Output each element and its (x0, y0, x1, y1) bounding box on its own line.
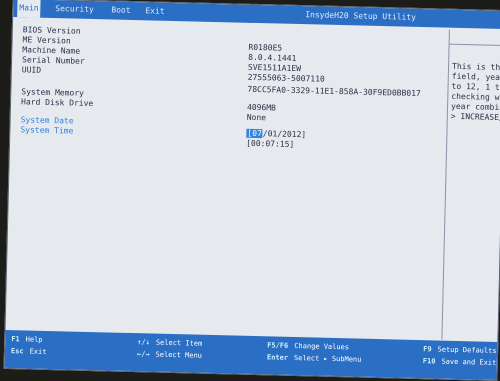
key-submenu-key: Enter (266, 353, 289, 362)
system-date-month-highlight[interactable]: [07 (246, 128, 263, 139)
menu-bar: Main Security Boot Exit InsydeH20 Setup … (13, 0, 500, 30)
tab-boot[interactable]: Boot (109, 1, 133, 20)
tab-main[interactable]: Main (17, 0, 41, 18)
key-exit-key: Esc (10, 347, 24, 356)
key-exit: Esc Exit (11, 347, 47, 356)
key-submenu-desc: Select ▸ SubMenu (293, 354, 362, 364)
hard-disk-value: None (246, 112, 267, 123)
key-help-desc: Help (25, 335, 43, 344)
help-panel-divider (441, 29, 450, 340)
system-date-rest: /01/2012] (262, 129, 307, 140)
key-select-item-key: ↑/↓ (137, 338, 150, 347)
key-save-exit: F10 Save and Exit (423, 357, 497, 367)
uuid-value: 78CC5FA0-3329-11E1-858A-30F9ED0BB017 (247, 84, 421, 99)
key-save-exit-key: F10 (422, 357, 436, 366)
key-legend-bar: F1 Help Esc Exit ↑/↓ Select Item ←/→ Select … (4, 329, 498, 380)
uuid-label: UUID (21, 65, 42, 75)
system-memory-value: 4096MB (246, 102, 277, 113)
key-setup-defaults: F9 Setup Defaults (423, 345, 497, 355)
key-change-values-desc: Change Values (294, 342, 350, 352)
system-time-field[interactable]: [00:07:15] (246, 139, 294, 150)
key-submenu: Enter Select ▸ SubMenu (267, 353, 362, 363)
key-save-exit-desc: Save and Exit (441, 357, 497, 367)
tab-exit[interactable]: Exit (143, 2, 167, 21)
key-select-menu-desc: Select Menu (155, 350, 203, 360)
key-setup-defaults-key: F9 (423, 345, 432, 354)
key-help: F1 Help (11, 335, 42, 344)
help-panel-top-rule (448, 43, 500, 47)
system-time-label: System Time (20, 125, 74, 136)
hard-disk-label: Hard Disk Drive (20, 97, 94, 109)
serial-number-value: 27555063-5007110 (247, 72, 325, 84)
key-select-menu-key: ←/→ (136, 350, 150, 359)
tab-security[interactable]: Security (53, 0, 96, 19)
key-change-values-key: F5/F6 (267, 341, 289, 350)
bios-screen: Main Security Boot Exit InsydeH20 Setup … (3, 0, 500, 381)
key-exit-desc: Exit (29, 347, 47, 356)
key-select-item-desc: Select Item (155, 338, 203, 348)
key-help-key: F1 (11, 335, 20, 344)
key-select-item: ↑/↓ Select Item (137, 338, 202, 348)
help-line: > INCREASE/D (450, 111, 500, 123)
key-change-values: F5/F6 Change Values (267, 341, 349, 351)
key-setup-defaults-desc: Setup Defaults (437, 345, 497, 355)
utility-title: InsydeH20 Setup Utility (305, 10, 417, 22)
key-select-menu: ←/→ Select Menu (137, 350, 202, 360)
